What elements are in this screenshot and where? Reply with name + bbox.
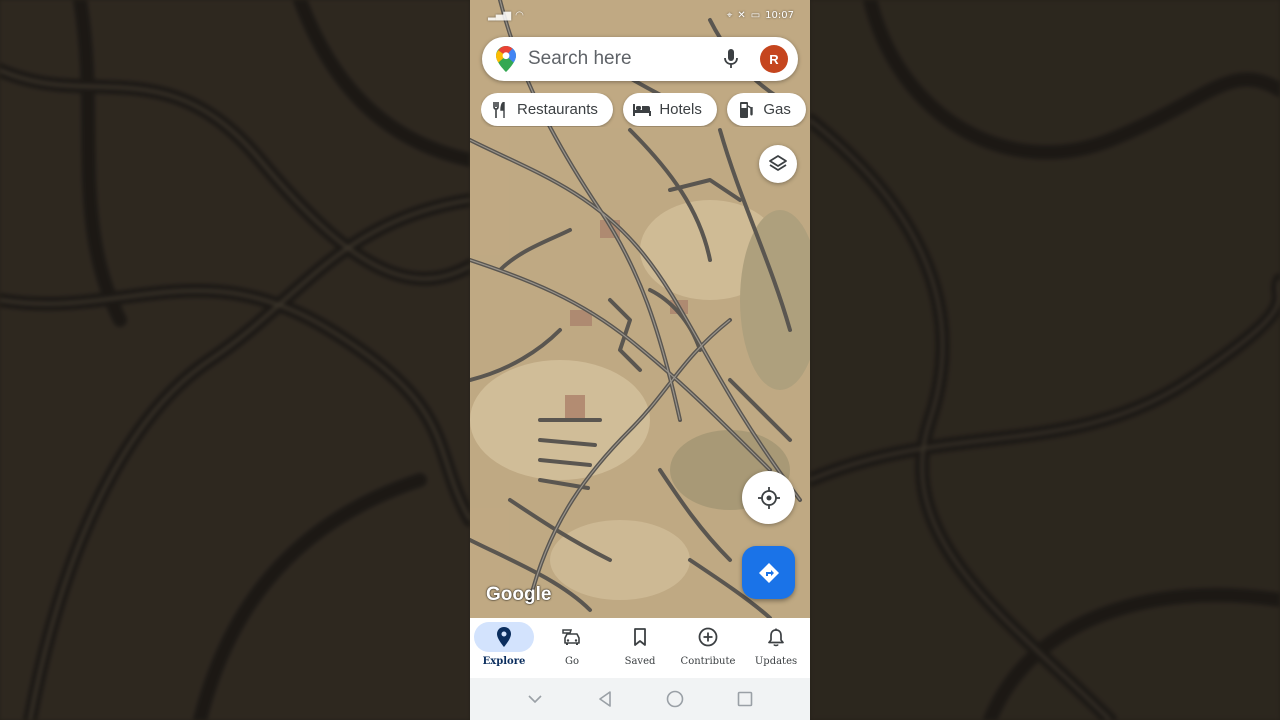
signal-icon: ▂▄▆ <box>488 9 512 21</box>
nav-saved-pill <box>610 622 670 652</box>
category-chips: Restaurants Hotels Gas <box>481 93 810 127</box>
mute-icon: ✕ <box>737 9 746 21</box>
nav-go[interactable]: Go <box>538 622 606 667</box>
gas-pump-icon <box>737 101 755 119</box>
background-blur-right <box>810 0 1280 720</box>
plus-circle-icon <box>698 627 718 647</box>
hide-keyboard-icon[interactable] <box>520 684 550 714</box>
phone-screen: ▂▄▆ ◠ ⌖ ✕ ▭ 10:07 Search here R Restaura… <box>470 0 810 720</box>
nav-updates[interactable]: Updates <box>742 622 810 667</box>
nav-updates-pill <box>746 622 806 652</box>
status-left: ▂▄▆ ◠ <box>488 10 524 21</box>
nav-label: Go <box>564 656 579 667</box>
layers-icon <box>769 155 787 171</box>
chip-gas[interactable]: Gas <box>727 93 806 126</box>
google-watermark: Google <box>486 584 552 605</box>
home-icon[interactable] <box>660 684 690 714</box>
chip-label: Hotels <box>659 101 702 118</box>
nav-contribute-pill <box>678 622 738 652</box>
nav-saved[interactable]: Saved <box>606 622 674 667</box>
battery-icon: ▭ <box>750 9 761 21</box>
avatar[interactable]: R <box>760 45 788 73</box>
search-bar[interactable]: Search here R <box>482 37 798 81</box>
status-bar: ▂▄▆ ◠ ⌖ ✕ ▭ 10:07 <box>470 0 810 30</box>
nav-contribute[interactable]: Contribute <box>674 622 742 667</box>
nav-label: Updates <box>754 656 798 667</box>
layers-button[interactable] <box>759 145 797 183</box>
recents-icon[interactable] <box>730 684 760 714</box>
directions-icon <box>758 562 779 583</box>
directions-button[interactable] <box>742 546 795 599</box>
status-right: ⌖ ✕ ▭ 10:07 <box>727 10 794 21</box>
background-blur-left <box>0 0 470 720</box>
nav-go-pill <box>542 622 602 652</box>
mic-icon[interactable] <box>720 48 742 70</box>
maps-pin-logo-icon <box>496 46 516 72</box>
search-input[interactable]: Search here <box>528 48 720 70</box>
fork-knife-icon <box>491 101 509 119</box>
chip-label: Gas <box>763 101 791 118</box>
car-icon <box>562 629 580 645</box>
location-status-icon: ⌖ <box>726 9 733 21</box>
clock: 10:07 <box>765 9 794 21</box>
chip-hotels[interactable]: Hotels <box>623 93 717 126</box>
back-icon[interactable] <box>590 684 620 714</box>
bottom-nav: Explore Go Saved Contribute Updates <box>470 618 810 678</box>
nav-explore-pill <box>474 622 534 652</box>
bookmark-icon <box>634 628 646 646</box>
crosshair-icon <box>757 486 780 509</box>
nav-explore[interactable]: Explore <box>470 622 538 667</box>
bell-icon <box>768 628 784 646</box>
nav-label: Saved <box>624 656 656 667</box>
pin-icon <box>497 627 511 647</box>
nav-label: Explore <box>482 656 526 667</box>
nav-label: Contribute <box>680 656 736 667</box>
wifi-icon: ◠ <box>515 9 524 21</box>
chip-label: Restaurants <box>517 101 598 118</box>
my-location-button[interactable] <box>742 471 795 524</box>
bed-icon <box>633 101 652 119</box>
system-nav-bar <box>470 678 810 720</box>
chip-restaurants[interactable]: Restaurants <box>481 93 613 126</box>
